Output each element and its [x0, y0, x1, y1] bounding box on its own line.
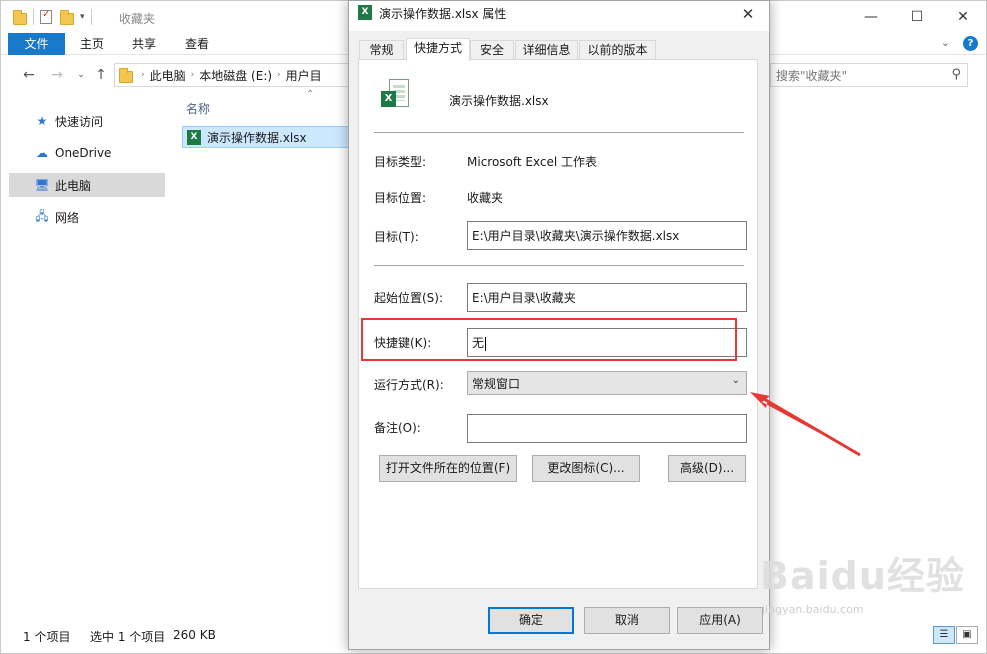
- tab-shortcut[interactable]: 快捷方式: [406, 38, 470, 61]
- watermark-brand: Baidu经验: [760, 554, 965, 598]
- baidu-jingyan-watermark: Baidu经验 jingyan.baidu.com: [760, 545, 985, 620]
- annotation-arrow-line: [763, 397, 861, 457]
- watermark-url: jingyan.baidu.com: [762, 603, 864, 616]
